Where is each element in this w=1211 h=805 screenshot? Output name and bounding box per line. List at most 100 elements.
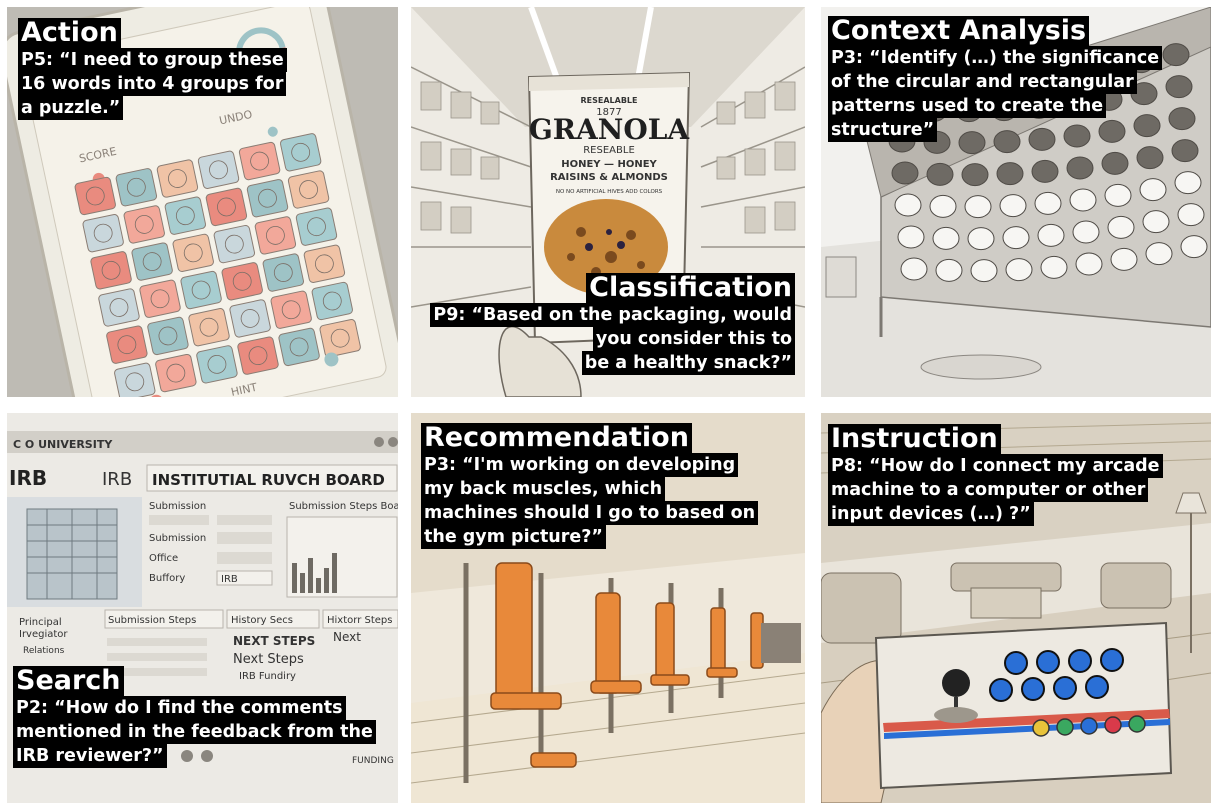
- quote-line: 16 words into 4 groups for: [18, 72, 287, 96]
- quote-line: machine to a computer or other: [828, 478, 1149, 502]
- puzzle-tile: [155, 353, 197, 393]
- next-steps: Next Steps: [233, 652, 304, 667]
- circular-opening: [1040, 255, 1068, 279]
- circular-opening: [935, 258, 963, 282]
- category-label: Action: [18, 18, 121, 48]
- quote-line: my back muscles, which: [421, 477, 666, 501]
- circular-opening: [1066, 156, 1094, 180]
- puzzle-tile: [311, 281, 353, 321]
- quote-line: P5: “I need to group these: [18, 48, 287, 72]
- circular-opening: [1145, 242, 1173, 266]
- small-arcade-button: [1080, 717, 1098, 735]
- circular-opening: [894, 193, 922, 217]
- arcade-stick-box: [874, 621, 1173, 790]
- quote-line: the gym picture?”: [421, 525, 606, 549]
- panel-context-analysis: Context Analysis P3: “Identify (…) the s…: [821, 7, 1211, 397]
- arcade-button: [1068, 649, 1092, 673]
- quote-line: of the circular and rectangular: [828, 70, 1137, 94]
- investigator-label: Irvegiator: [19, 629, 68, 640]
- category-label: Instruction: [828, 424, 1001, 454]
- puzzle-tile: [262, 253, 304, 292]
- quote-line: mentioned in the feedback from the: [13, 720, 376, 744]
- circular-opening: [1005, 258, 1033, 282]
- puzzle-tile: [237, 336, 279, 375]
- puzzle-tile: [196, 345, 238, 384]
- buffory-label: Buffory: [149, 573, 185, 584]
- circular-opening: [1136, 146, 1164, 170]
- small-arcade-button: [1056, 718, 1074, 736]
- circular-opening: [897, 225, 925, 249]
- panel-instruction: Instruction P8: “How do I connect my arc…: [821, 413, 1211, 803]
- arcade-button: [1036, 650, 1060, 674]
- puzzle-tile: [319, 319, 361, 358]
- panel-search: C O UNIVERSITY IRB IRB INSTITUTIAL RUVCH…: [7, 413, 398, 803]
- quote-line: structure”: [828, 118, 938, 142]
- puzzle-tile: [246, 179, 289, 218]
- arcade-button: [1021, 677, 1045, 701]
- circular-opening: [1162, 43, 1190, 67]
- quote-line: P3: “Identify (…) the significance: [828, 46, 1163, 70]
- puzzle-tile: [287, 170, 330, 209]
- puzzle-tile: [131, 242, 173, 281]
- quote-line: be a healthy snack?”: [581, 351, 795, 375]
- caption-recommendation: Recommendation P3: “I'm working on devel…: [421, 423, 759, 549]
- claim-text: NO NO ARTIFICIAL HIVES ADD COLORS: [556, 189, 663, 195]
- puzzle-tile: [229, 299, 271, 338]
- puzzle-tile: [188, 308, 230, 347]
- quote-line: input devices (…) ?”: [828, 502, 1034, 526]
- puzzle-tile: [295, 207, 338, 246]
- category-label: Context Analysis: [828, 16, 1090, 46]
- irb-small: IRB: [102, 469, 132, 490]
- next-label: Next: [333, 630, 361, 644]
- category-label: Classification: [586, 273, 795, 303]
- category-label: Recommendation: [421, 423, 692, 453]
- circular-opening: [1104, 183, 1132, 207]
- circular-opening: [932, 226, 960, 250]
- circular-opening: [891, 161, 919, 185]
- puzzle-tile: [278, 327, 320, 367]
- puzzle-tile: [139, 279, 181, 318]
- circular-opening: [1002, 226, 1030, 250]
- circular-opening: [1101, 151, 1129, 175]
- caption-classification: Classification P9: “Based on the packagi…: [430, 273, 795, 375]
- quote-line: P3: “I'm working on developing: [421, 453, 739, 477]
- arcade-button: [1100, 648, 1124, 672]
- circular-opening: [970, 259, 998, 283]
- circular-opening: [1069, 188, 1097, 212]
- puzzle-tile: [98, 288, 140, 327]
- arcade-button: [1085, 675, 1109, 699]
- puzzle-tile: [74, 176, 116, 216]
- granola-brand: GRANOLA: [529, 113, 691, 146]
- circular-opening: [1034, 191, 1062, 215]
- circular-opening: [1180, 235, 1208, 259]
- puzzle-tile: [254, 216, 297, 255]
- quote-line: P2: “How do I find the comments: [13, 696, 346, 720]
- circular-opening: [1165, 75, 1193, 99]
- circular-opening: [1171, 139, 1199, 163]
- office-label: Office: [149, 553, 178, 564]
- submission-steps-tab: Submission Steps: [108, 615, 196, 626]
- puzzle-tile: [90, 251, 132, 290]
- puzzle-tile: [164, 196, 207, 235]
- circular-opening: [926, 162, 954, 186]
- circular-opening: [900, 257, 928, 281]
- circular-opening: [1177, 203, 1205, 227]
- caption-search: Search P2: “How do I find the comments m…: [13, 666, 376, 768]
- puzzle-tile: [106, 325, 148, 364]
- circular-opening: [996, 162, 1024, 186]
- circular-opening: [967, 227, 995, 251]
- puzzle-tile: [213, 224, 256, 264]
- board-title: INSTITUTIAL RUVCH BOARD: [152, 471, 385, 489]
- flavor-line1: HONEY — HONEY: [561, 159, 657, 170]
- principal-label: Principal: [19, 617, 62, 628]
- circular-opening: [1174, 171, 1202, 195]
- quote-line: IRB reviewer?”: [13, 744, 167, 768]
- puzzle-tile: [147, 316, 189, 356]
- quote-line: P8: “How do I connect my arcade: [828, 454, 1163, 478]
- puzzle-tile: [172, 233, 214, 273]
- circular-opening: [1139, 178, 1167, 202]
- arcade-button: [989, 678, 1013, 702]
- arcade-button: [1004, 651, 1028, 675]
- small-arcade-button: [1032, 719, 1050, 737]
- circular-opening: [1110, 247, 1138, 271]
